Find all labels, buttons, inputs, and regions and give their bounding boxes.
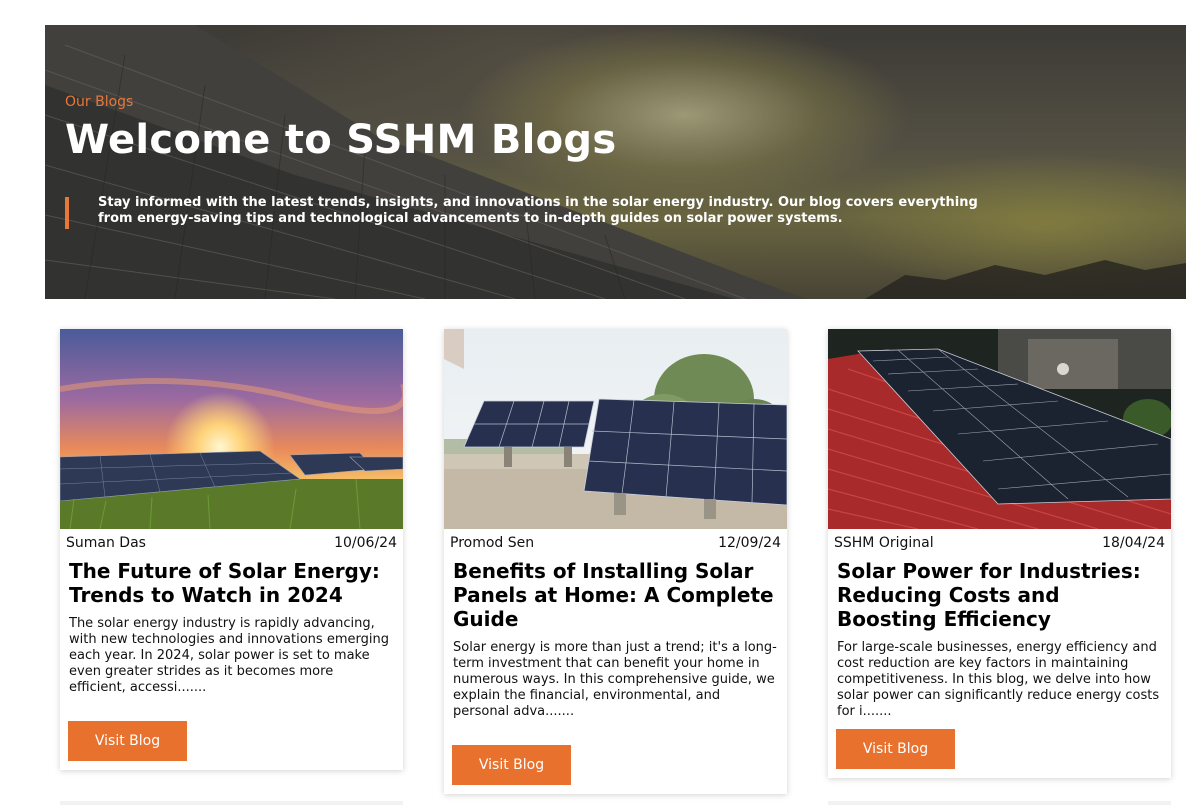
blog-card-excerpt: The solar energy industry is rapidly adv… xyxy=(69,616,389,695)
visit-blog-button[interactable]: Visit Blog xyxy=(68,721,187,761)
blog-card-author: Promod Sen xyxy=(450,535,535,551)
blog-card-title: Benefits of Installing Solar Panels at H… xyxy=(453,559,774,631)
blog-card-date: 10/06/24 xyxy=(334,535,397,551)
blog-card-date: 12/09/24 xyxy=(718,535,781,551)
hero-description: Stay informed with the latest trends, in… xyxy=(98,195,978,226)
blog-card: Suman Das 10/06/24 The Future of Solar E… xyxy=(60,329,403,770)
hero-banner: Our Blogs Welcome to SSHM Blogs Stay inf… xyxy=(45,25,1186,299)
blog-card-image xyxy=(444,329,787,529)
blog-card-excerpt: For large-scale businesses, energy effic… xyxy=(837,640,1160,719)
visit-blog-button[interactable]: Visit Blog xyxy=(836,729,955,769)
blog-card: Promod Sen 12/09/24 Benefits of Installi… xyxy=(444,329,787,794)
next-row-card-edge xyxy=(828,801,1171,805)
blog-card-image xyxy=(828,329,1171,529)
blog-card-image xyxy=(60,329,403,529)
blog-card-title: Solar Power for Industries: Reducing Cos… xyxy=(837,559,1141,631)
blog-card-title: The Future of Solar Energy: Trends to Wa… xyxy=(69,559,380,607)
page-title: Welcome to SSHM Blogs xyxy=(65,117,617,163)
hero-accent-bar xyxy=(65,197,69,229)
blog-card-author: SSHM Original xyxy=(834,535,934,551)
blog-card: SSHM Original 18/04/24 Solar Power for I… xyxy=(828,329,1171,778)
visit-blog-button[interactable]: Visit Blog xyxy=(452,745,571,785)
blog-card-date: 18/04/24 xyxy=(1102,535,1165,551)
blog-card-author: Suman Das xyxy=(66,535,146,551)
next-row-card-edge xyxy=(60,801,403,805)
hero-eyebrow: Our Blogs xyxy=(65,94,134,110)
blog-card-excerpt: Solar energy is more than just a trend; … xyxy=(453,640,777,719)
